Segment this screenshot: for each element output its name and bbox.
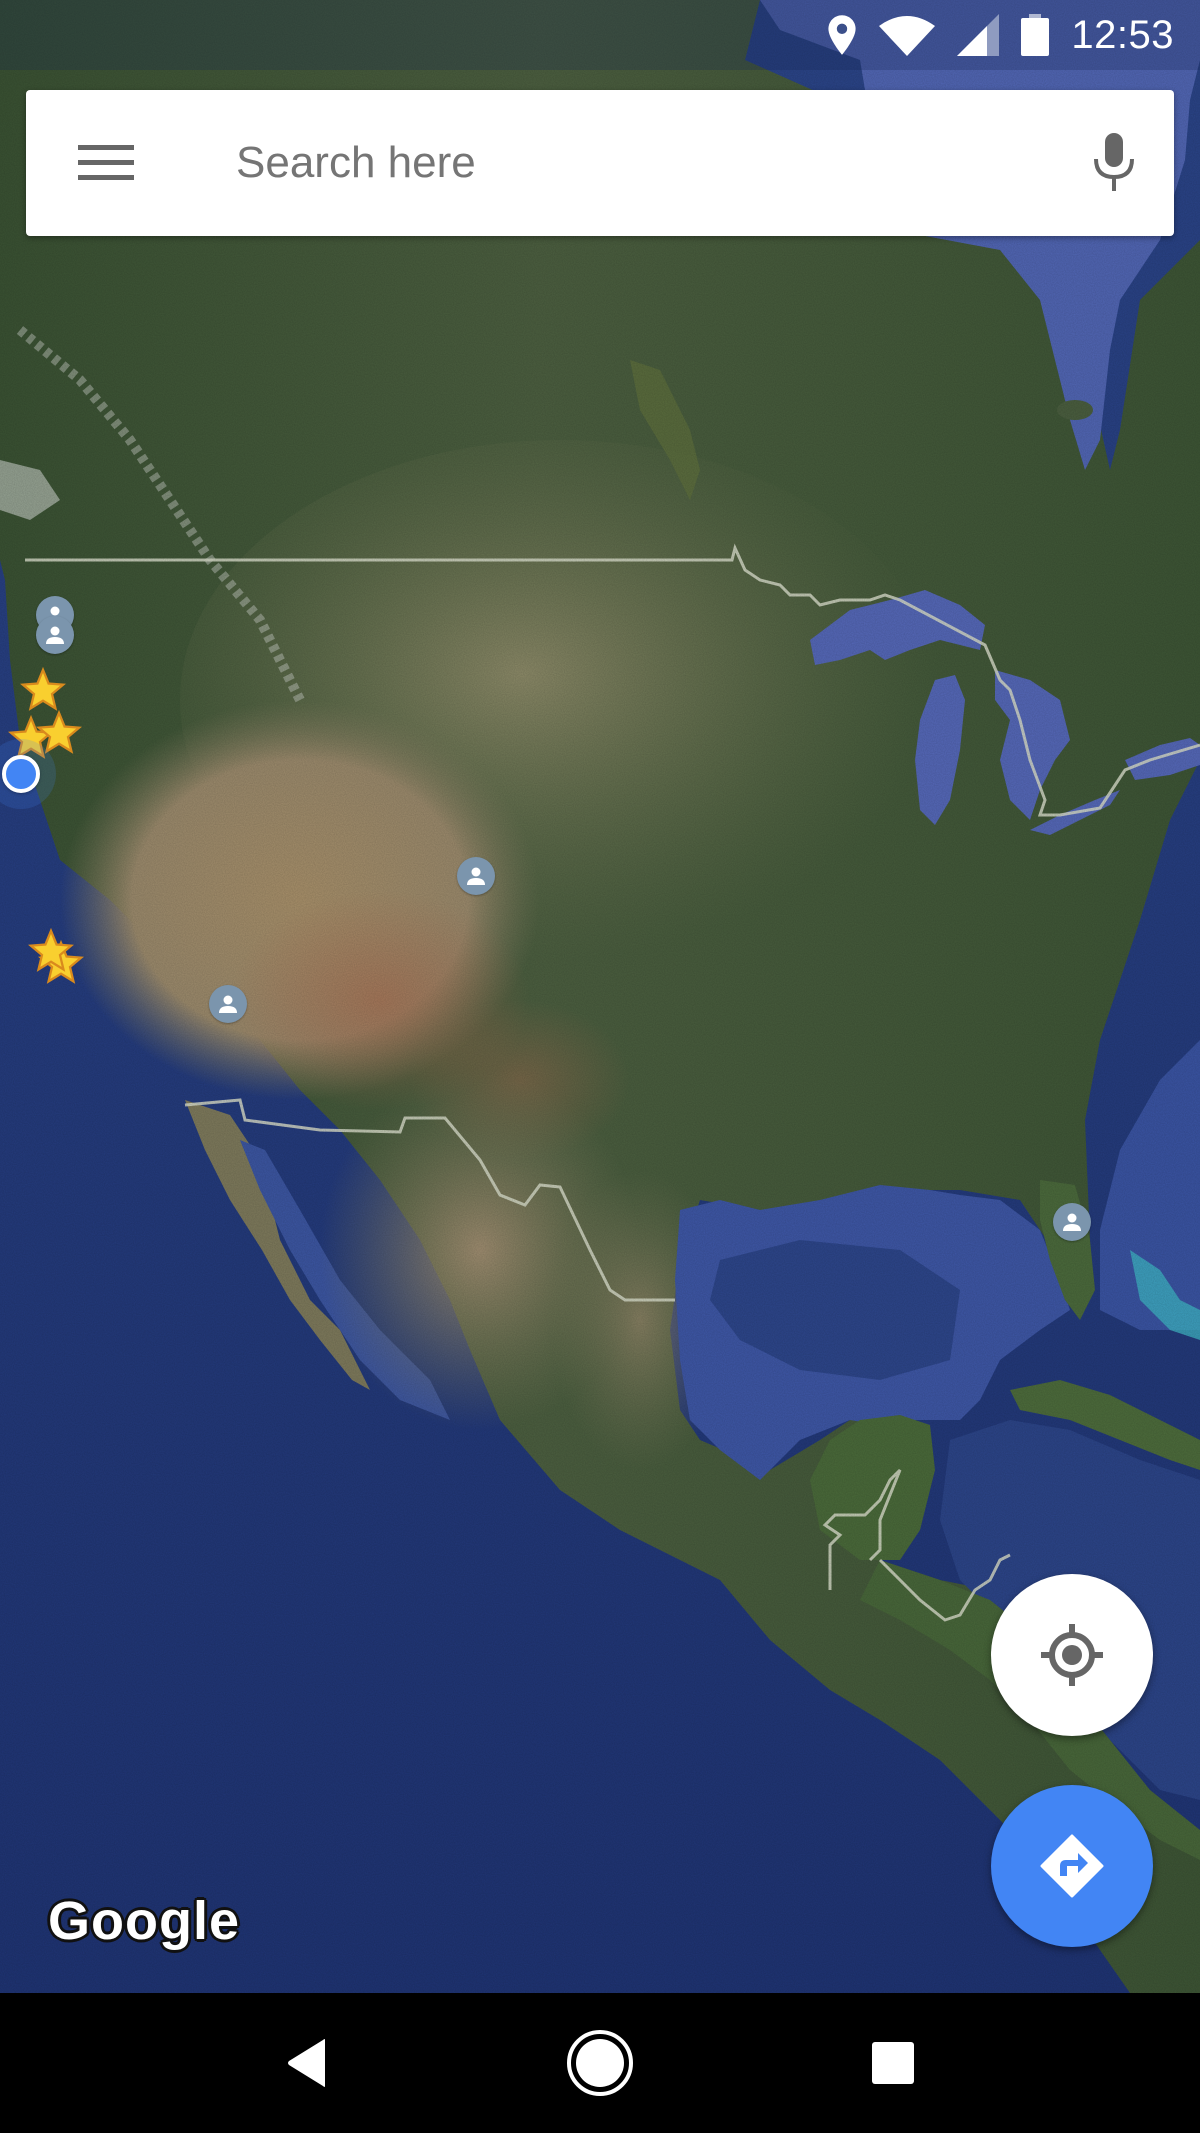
contact-location-marker[interactable] bbox=[209, 985, 247, 1023]
location-pin-icon bbox=[828, 15, 856, 55]
hamburger-menu-icon bbox=[78, 145, 134, 180]
wifi-icon bbox=[879, 16, 936, 56]
microphone-icon bbox=[1094, 133, 1134, 191]
voice-search-button[interactable] bbox=[1054, 90, 1174, 236]
home-circle-icon bbox=[566, 2030, 633, 2096]
contact-location-marker[interactable] bbox=[36, 616, 74, 654]
directions-icon bbox=[1040, 1834, 1104, 1898]
status-time: 12:53 bbox=[1071, 12, 1174, 57]
contact-location-marker[interactable] bbox=[457, 857, 495, 895]
battery-icon bbox=[1021, 14, 1050, 56]
back-triangle-icon bbox=[287, 2039, 325, 2087]
android-nav-bar bbox=[0, 1993, 1200, 2133]
contact-location-marker[interactable] bbox=[1053, 1203, 1091, 1241]
current-location-dot[interactable] bbox=[2, 755, 40, 793]
person-icon bbox=[219, 995, 237, 1013]
back-button[interactable] bbox=[257, 2013, 357, 2113]
home-button[interactable] bbox=[550, 2013, 650, 2113]
starred-place-icon[interactable] bbox=[36, 710, 82, 756]
starred-place-icon[interactable] bbox=[28, 928, 74, 974]
gps-crosshair-icon bbox=[1041, 1624, 1103, 1686]
cell-signal-icon bbox=[957, 14, 1000, 56]
starred-place-icon[interactable] bbox=[20, 667, 66, 713]
status-bar: 12:53 bbox=[0, 0, 1200, 70]
recents-button[interactable] bbox=[843, 2013, 943, 2113]
person-icon bbox=[467, 867, 485, 885]
search-input[interactable] bbox=[186, 90, 1054, 236]
directions-button[interactable] bbox=[991, 1785, 1153, 1947]
menu-button[interactable] bbox=[26, 90, 186, 236]
recents-square-icon bbox=[872, 2042, 915, 2084]
person-icon bbox=[46, 626, 64, 644]
google-attribution-logo: Google bbox=[48, 1891, 240, 1951]
person-icon bbox=[1063, 1213, 1081, 1231]
search-bar[interactable] bbox=[26, 90, 1174, 236]
my-location-button[interactable] bbox=[991, 1574, 1153, 1736]
